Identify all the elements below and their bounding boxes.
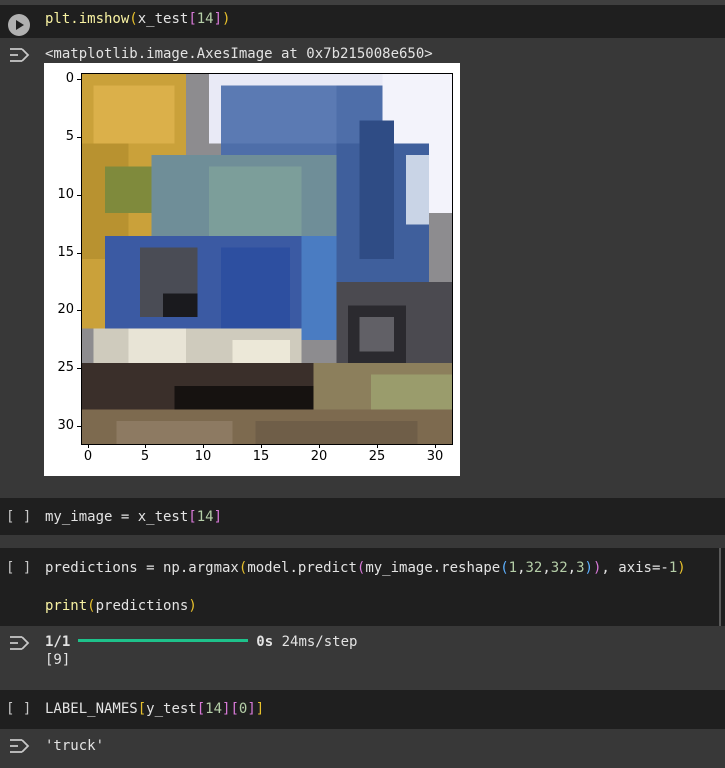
cell-run-bracket[interactable]: [ ] (6, 700, 31, 719)
cell-1-output-text: <matplotlib.image.AxesImage at 0x7b21500… (45, 46, 433, 62)
x-tick-label: 20 (310, 449, 328, 464)
cell-3-code-line-1[interactable]: predictions = np.argmax(model.predict(my… (45, 559, 686, 578)
y-tickmark (77, 195, 81, 196)
cell-3-code-line-2[interactable]: print(predictions) (45, 597, 197, 616)
y-tick-label: 5 (65, 129, 74, 144)
y-tickmark (77, 137, 81, 138)
image-axes (81, 73, 453, 445)
y-tick-label: 10 (57, 187, 74, 202)
code-cell-2[interactable]: [ ] my_image = x_test[14] (0, 498, 725, 535)
y-tickmark (77, 253, 81, 254)
play-icon (16, 20, 24, 30)
x-tick-label: 0 (83, 449, 93, 464)
cell-scrollbar[interactable] (719, 548, 721, 626)
run-cell-button[interactable] (8, 14, 30, 36)
x-tick-label: 30 (426, 449, 444, 464)
cell-4-output: 'truck' (0, 729, 725, 768)
x-tickmark (88, 444, 89, 448)
x-tick-label: 15 (252, 449, 270, 464)
x-tickmark (145, 444, 146, 448)
cell-run-bracket[interactable]: [ ] (6, 559, 31, 578)
output-toggle-icon[interactable] (8, 634, 32, 652)
x-tickmark (261, 444, 262, 448)
progress-step: 1/1 (45, 634, 71, 650)
cell-gap (0, 535, 725, 548)
cell-run-bracket[interactable]: [ ] (6, 508, 31, 527)
progress-line: 1/1 0s 24ms/step (45, 633, 357, 651)
x-tick-label: 25 (368, 449, 386, 464)
x-tickmark (203, 444, 204, 448)
y-tick-label: 15 (57, 245, 74, 260)
y-tick-label: 20 (57, 302, 74, 317)
code-cell-4[interactable]: [ ] LABEL_NAMES[y_test[14][0]] (0, 690, 725, 729)
y-tickmark (77, 310, 81, 311)
cell-gap (0, 488, 725, 498)
x-tickmark (377, 444, 378, 448)
cell-2-code[interactable]: my_image = x_test[14] (45, 508, 222, 527)
x-tickmark (319, 444, 320, 448)
output-toggle-icon[interactable] (8, 46, 32, 64)
y-tick-label: 0 (65, 71, 74, 86)
x-tick-label: 5 (140, 449, 150, 464)
cell-4-code[interactable]: LABEL_NAMES[y_test[14][0]] (45, 700, 264, 719)
y-tickmark (77, 426, 81, 427)
cell-1-code[interactable]: plt.imshow(x_test[14]) (45, 10, 230, 29)
output-toggle-icon[interactable] (8, 737, 32, 755)
y-tickmark (77, 368, 81, 369)
y-tick-label: 25 (57, 360, 74, 375)
label-output: 'truck' (45, 738, 105, 754)
y-tick-label: 30 (57, 418, 74, 433)
y-tickmark (77, 79, 81, 80)
progress-time: 0s (256, 634, 274, 650)
truck-image (82, 74, 452, 444)
x-tickmark (435, 444, 436, 448)
x-tick-label: 10 (194, 449, 212, 464)
prediction-output: [9] (45, 652, 71, 668)
progress-rate: 24ms/step (281, 634, 358, 650)
progress-bar (78, 639, 249, 642)
code-cell-3[interactable]: [ ] predictions = np.argmax(model.predic… (0, 548, 725, 626)
code-cell-1[interactable]: plt.imshow(x_test[14]) (0, 5, 725, 38)
notebook-page: plt.imshow(x_test[14]) <matplotlib.image… (0, 0, 725, 768)
matplotlib-figure: 0 5 10 15 20 25 30 0 5 10 15 20 25 30 (44, 63, 460, 476)
cell-3-output: 1/1 0s 24ms/step [9] (0, 626, 725, 690)
